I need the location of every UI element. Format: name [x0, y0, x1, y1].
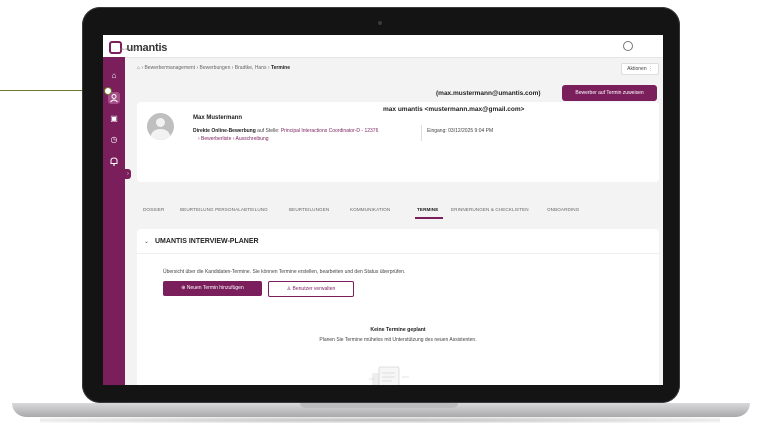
tab-kommunikation[interactable]: KOMMUNIKATION — [350, 207, 390, 212]
laptop-shadow — [40, 417, 720, 423]
chevron-down-icon[interactable]: ⌄ — [144, 238, 149, 245]
breadcrumb: ⌂ › Bewerbermanagement › Bewerbungen › B… — [137, 65, 290, 71]
documents-illustration-icon — [369, 366, 409, 385]
received-date: Eingang: 03/12/2025 9:04 PM — [427, 128, 494, 134]
avatar-head — [156, 118, 165, 127]
tab-dossier[interactable]: DOSSIER — [143, 207, 164, 212]
tab-onboarding[interactable]: ONBOARDING — [547, 207, 579, 212]
top-bar: umantis talent you like — [103, 35, 663, 58]
application-type: Direkte Online-Bewerbung — [193, 128, 256, 134]
interview-planner-panel: ⌄ UMANTIS INTERVIEW-PLANER Übersicht übe… — [137, 229, 659, 385]
candidate-name: Max Mustermann — [193, 115, 243, 121]
active-tab-indicator — [415, 217, 443, 219]
empty-state-description: Planen Sie Termine mühelos mit Unterstüt… — [319, 337, 477, 343]
candidate-email: max umantis <mustermann.max@gmail.com> — [383, 106, 525, 113]
breadcrumb-path[interactable]: › Bewerbermanagement › Bewerbungen › Bra… — [141, 65, 269, 71]
divider — [421, 125, 422, 141]
chat-icon[interactable]: ◷ — [108, 134, 120, 146]
manage-users-button[interactable]: ♙ Benutzer verwalten — [268, 281, 354, 297]
bell-icon[interactable] — [108, 155, 120, 167]
position-link[interactable]: Principal Interactions Coordinator-D - 1… — [281, 128, 379, 134]
laptop-base-notch — [300, 403, 458, 408]
assign-applicant-button[interactable]: Bewerber auf Termin zuweisen — [562, 85, 657, 101]
sidebar-expand-toggle[interactable]: › — [125, 169, 131, 179]
application-connector: auf Stelle: — [255, 128, 281, 134]
candidate-card: max umantis <mustermann.max@gmail.com> M… — [137, 102, 659, 182]
panel-divider — [137, 253, 659, 254]
bell-icon-svg — [110, 157, 118, 166]
callout-marker — [104, 87, 112, 95]
main-content: ⌂ › Bewerbermanagement › Bewerbungen › B… — [135, 57, 659, 385]
logo-tagline: talent you like — [120, 47, 139, 51]
tab-erinnerungen-checklisten[interactable]: ERINNERUNGEN & CHECKLISTEN — [451, 207, 529, 212]
user-email: (max.mustermann@umantis.com) — [436, 90, 541, 97]
app-screen: umantis talent you like ⌂ ▣ ◷ › ⌂ › Bewe… — [103, 35, 663, 385]
avatar — [147, 113, 174, 140]
home-icon[interactable]: ⌂ — [108, 70, 120, 82]
panel-title: UMANTIS INTERVIEW-PLANER — [155, 238, 259, 245]
sidebar: ⌂ ▣ ◷ — [103, 57, 125, 385]
application-info: Direkte Online-Bewerbung auf Stelle: Pri… — [193, 128, 378, 134]
breadcrumb-home-icon[interactable]: ⌂ — [137, 65, 140, 71]
actions-menu-button[interactable]: Aktionen ⋮ — [621, 63, 659, 75]
laptop-camera — [378, 21, 382, 25]
panel-description: Übersicht über die Kandidaten-Termine. S… — [163, 269, 406, 275]
tab-beurteilung-personalabteilung[interactable]: BEURTEILUNG PERSONALABTEILUNG — [180, 207, 268, 212]
breadcrumb-current: Termine — [270, 65, 291, 71]
tab-beurteilungen[interactable]: BEURTEILUNGEN — [289, 207, 329, 212]
add-appointment-button[interactable]: ⊕ Neuen Termin hinzufügen — [163, 281, 262, 296]
candidate-links[interactable]: › Bewerberliste › Ausschreibung — [198, 136, 269, 142]
empty-state-title: Keine Termine geplant — [370, 327, 426, 333]
calendar-icon[interactable]: ▣ — [108, 113, 120, 125]
gear-icon[interactable] — [623, 41, 633, 51]
tab-bar: DOSSIER BEURTEILUNG PERSONALABTEILUNG BE… — [143, 207, 643, 219]
avatar-body — [151, 129, 170, 140]
tab-termine[interactable]: TERMINE — [417, 207, 438, 212]
